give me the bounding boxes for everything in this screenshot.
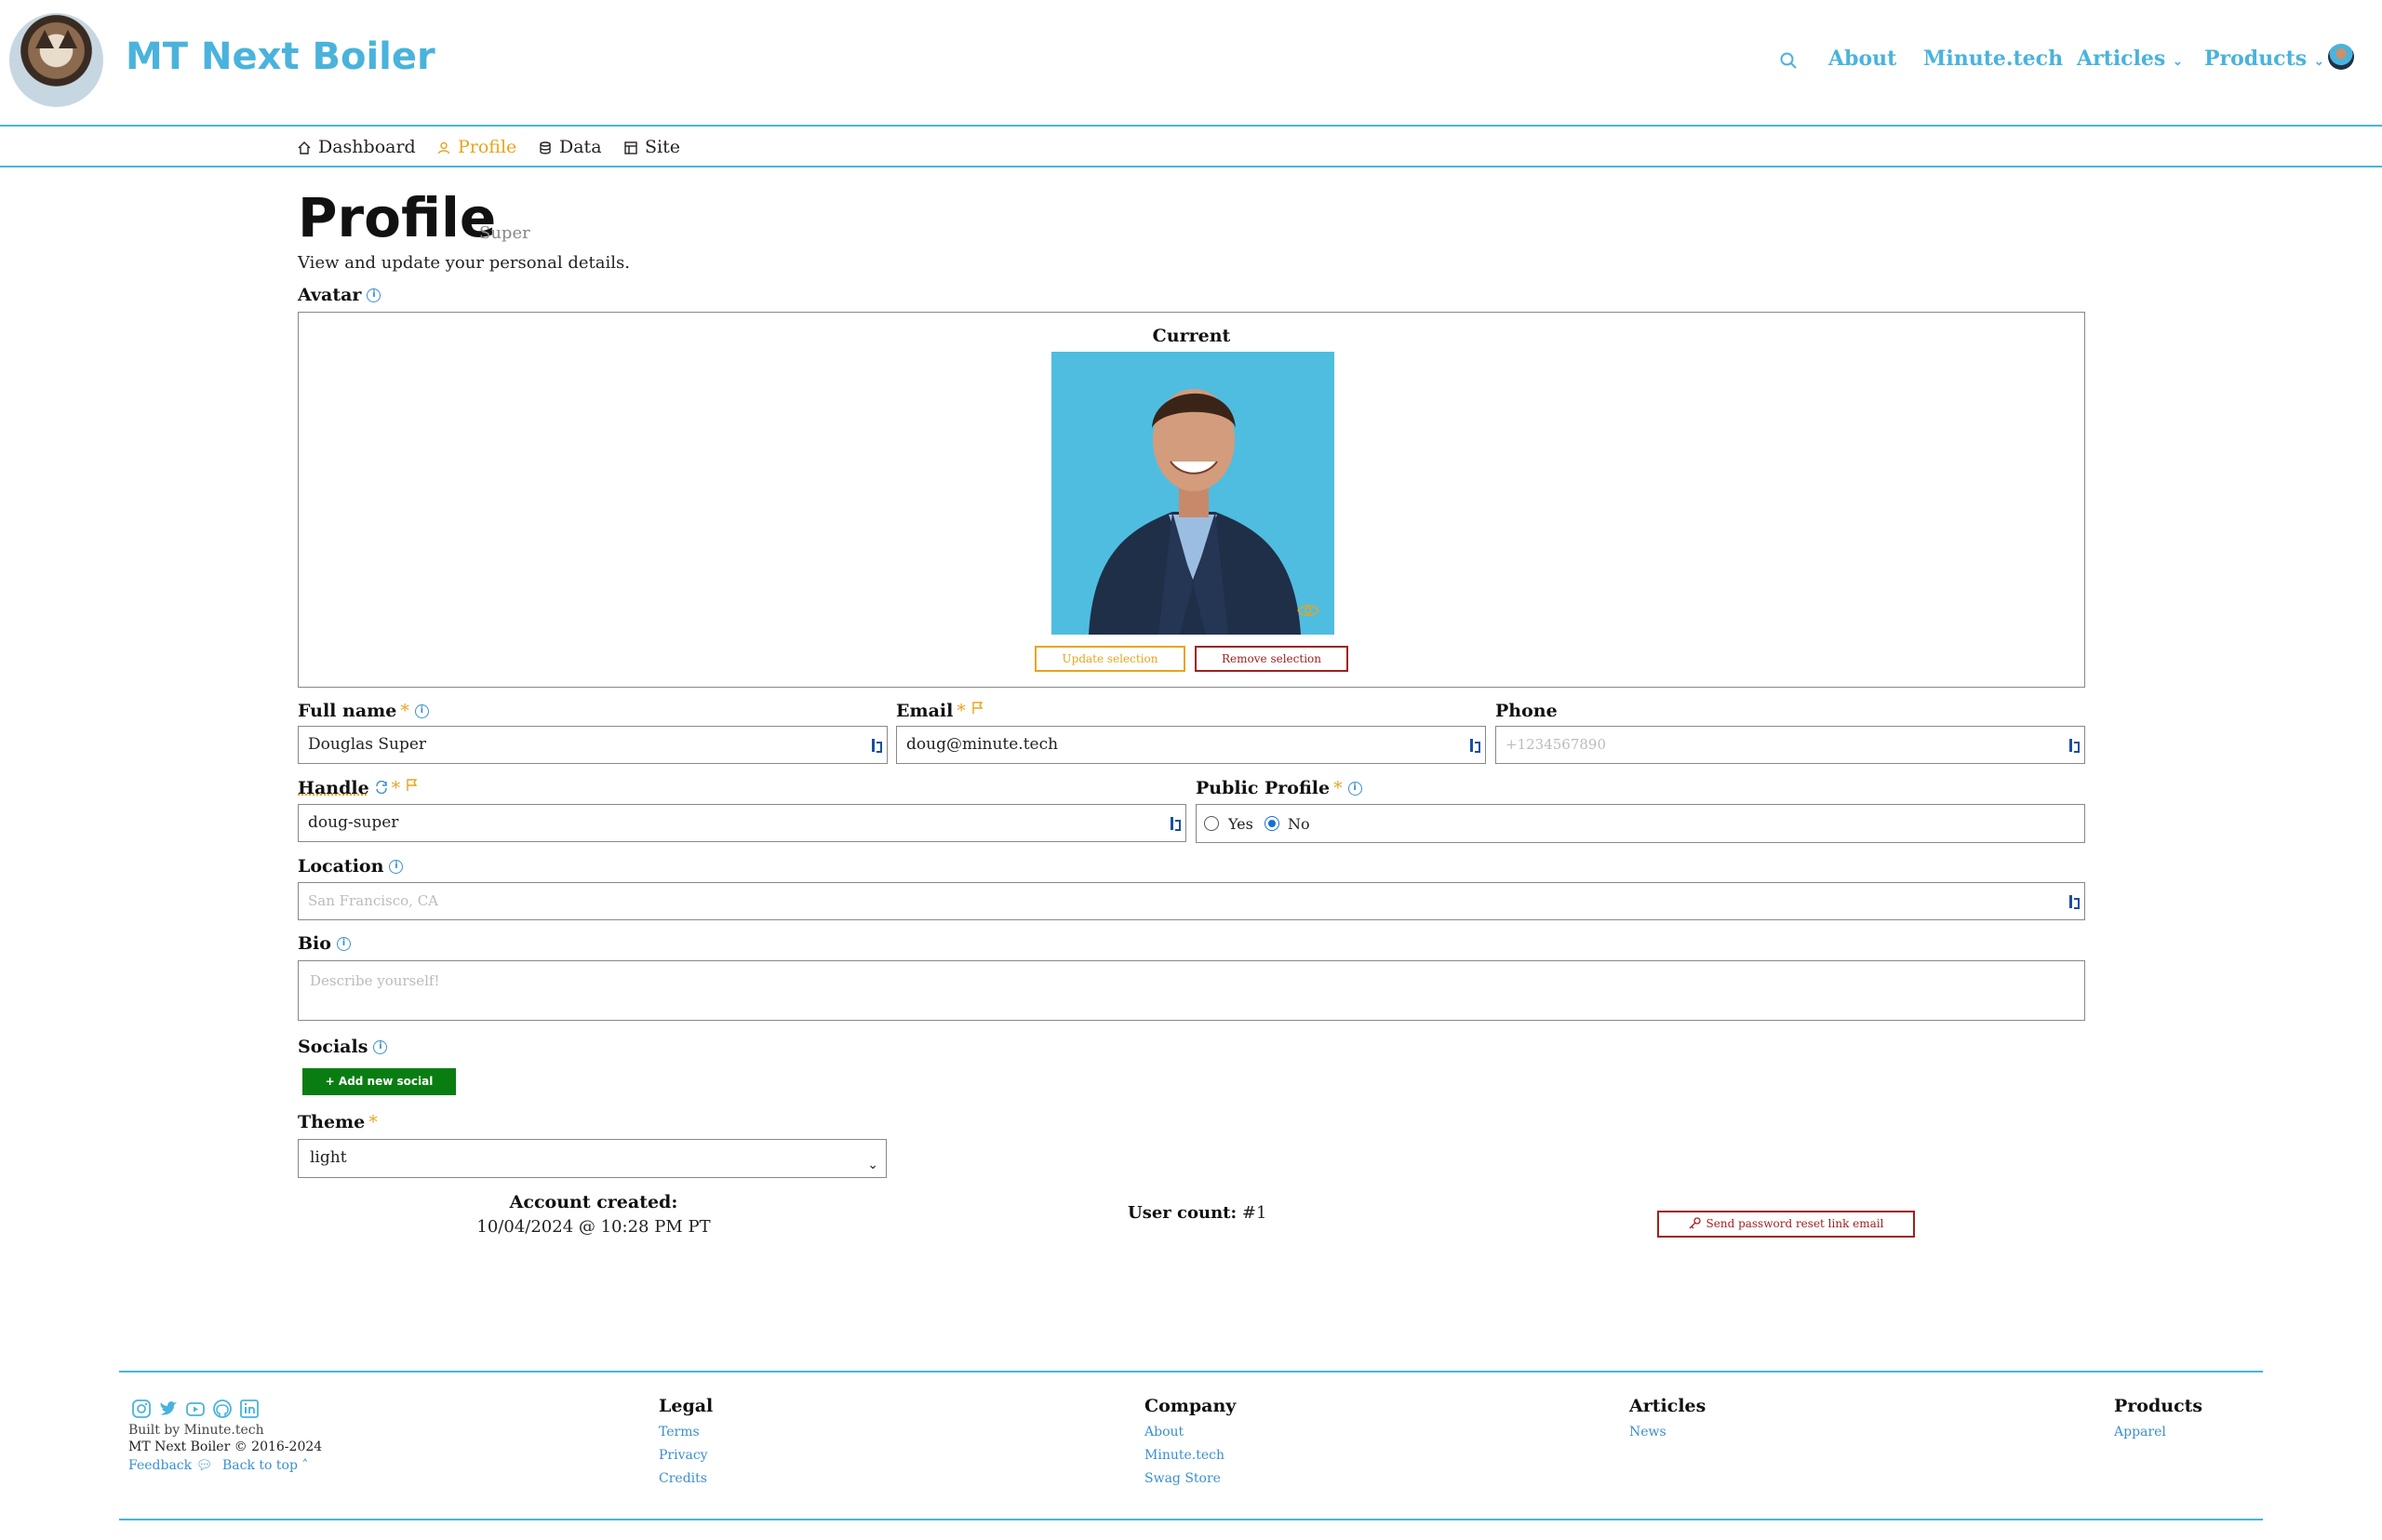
- email-label: Email *: [896, 701, 984, 721]
- copyright-text: MT Next Boiler © 2016-2024: [128, 1440, 323, 1454]
- role-label: Super: [479, 223, 530, 243]
- footer-divider: [119, 1519, 2263, 1520]
- password-manager-icon[interactable]: [2069, 739, 2080, 753]
- chevron-up-icon: ˄: [301, 1458, 309, 1473]
- sub-navigation: Dashboard Profile Data Site: [0, 128, 2382, 167]
- theme-select[interactable]: light ⌄: [298, 1139, 887, 1178]
- footer-link-privacy[interactable]: Privacy: [659, 1448, 708, 1463]
- footer-heading-products: Products: [2114, 1396, 2203, 1416]
- add-social-button[interactable]: + Add new social: [302, 1068, 456, 1095]
- password-manager-icon[interactable]: [1470, 739, 1480, 753]
- page-title: Profile: [298, 186, 497, 249]
- footer-link-terms[interactable]: Terms: [659, 1425, 700, 1440]
- eye-icon[interactable]: [1297, 603, 1319, 618]
- user-count: User count: #1: [1128, 1203, 1267, 1223]
- theme-label: Theme *: [298, 1112, 378, 1132]
- send-password-reset-button[interactable]: Send password reset link email: [1657, 1211, 1915, 1238]
- location-label: Location i: [298, 856, 404, 877]
- home-icon: [298, 141, 311, 154]
- nav-articles[interactable]: Articles ⌄: [2077, 47, 2183, 71]
- footer-link-credits[interactable]: Credits: [659, 1471, 707, 1486]
- chat-icon: 💬︎: [195, 1458, 213, 1473]
- tab-profile[interactable]: Profile: [437, 137, 516, 157]
- socials-label: Socials i: [298, 1037, 388, 1057]
- footer-divider: [119, 1371, 2263, 1373]
- flag-icon: [407, 779, 418, 791]
- chevron-down-icon: ⌄: [2173, 55, 2183, 69]
- public-profile-yes-label[interactable]: Yes: [1228, 815, 1253, 833]
- brand-name[interactable]: MT Next Boiler: [126, 35, 435, 78]
- instagram-icon[interactable]: [131, 1399, 152, 1419]
- info-icon[interactable]: i: [1347, 782, 1362, 796]
- public-profile-no-label[interactable]: No: [1288, 815, 1310, 833]
- footer-link-swag-store[interactable]: Swag Store: [1144, 1471, 1221, 1486]
- info-icon[interactable]: i: [373, 1040, 388, 1054]
- info-icon[interactable]: i: [389, 860, 404, 874]
- site-logo[interactable]: [9, 13, 103, 107]
- page-description: View and update your personal details.: [298, 253, 630, 273]
- feedback-link[interactable]: Feedback 💬︎: [128, 1458, 212, 1473]
- bio-textarea[interactable]: Describe yourself!: [298, 960, 2085, 1021]
- user-avatar[interactable]: [2328, 44, 2354, 70]
- bio-label: Bio i: [298, 933, 351, 954]
- chevron-down-icon: ⌄: [867, 1158, 878, 1172]
- chevron-down-icon: ⌄: [2313, 55, 2324, 69]
- youtube-icon[interactable]: [185, 1399, 206, 1419]
- footer-heading-legal: Legal: [659, 1396, 714, 1416]
- built-by-text: Built by Minute.tech: [128, 1423, 264, 1438]
- back-to-top-link[interactable]: Back to top ˄: [222, 1458, 308, 1473]
- twitter-icon[interactable]: [158, 1399, 179, 1419]
- site-header: MT Next Boiler About Minute.tech Article…: [0, 0, 2382, 127]
- database-icon: [540, 141, 551, 154]
- account-created-value: 10/04/2024 @ 10:28 PM PT: [476, 1217, 711, 1237]
- phone-input[interactable]: +1234567890: [1495, 726, 2085, 764]
- current-avatar-label: Current: [1152, 326, 1231, 346]
- account-created-label: Account created:: [509, 1192, 678, 1212]
- phone-label: Phone: [1495, 701, 1558, 721]
- avatar-image: [1051, 352, 1334, 635]
- handle-input[interactable]: doug-super: [298, 804, 1186, 842]
- info-icon[interactable]: i: [336, 937, 351, 951]
- remove-selection-button[interactable]: Remove selection: [1195, 646, 1348, 672]
- full-name-input[interactable]: Douglas Super: [298, 726, 888, 764]
- key-icon: [1689, 1217, 1701, 1229]
- flag-icon: [972, 702, 984, 714]
- avatar-panel: Current Update selection Remove selectio…: [298, 312, 2085, 688]
- linkedin-icon[interactable]: [239, 1399, 260, 1419]
- github-icon[interactable]: [212, 1399, 233, 1419]
- tab-dashboard[interactable]: Dashboard: [298, 137, 416, 157]
- footer-heading-company: Company: [1144, 1396, 1237, 1416]
- nav-minute-tech[interactable]: Minute.tech: [1923, 47, 2063, 71]
- refresh-icon[interactable]: [375, 780, 388, 795]
- info-icon[interactable]: i: [367, 288, 381, 302]
- handle-label: Handle *: [298, 778, 418, 798]
- location-input[interactable]: San Francisco, CA: [298, 882, 2085, 920]
- public-profile-label: Public Profile * i: [1196, 778, 1362, 798]
- footer-link-minute-tech[interactable]: Minute.tech: [1144, 1448, 1224, 1463]
- footer-link-news[interactable]: News: [1629, 1425, 1666, 1440]
- public-profile-yes-radio[interactable]: [1204, 816, 1219, 831]
- footer-link-about[interactable]: About: [1144, 1425, 1184, 1440]
- password-manager-icon[interactable]: [1171, 817, 1181, 831]
- footer-link-apparel[interactable]: Apparel: [2114, 1425, 2166, 1440]
- tab-data[interactable]: Data: [539, 137, 602, 157]
- password-manager-icon[interactable]: [872, 739, 882, 753]
- footer-heading-articles: Articles: [1629, 1396, 1706, 1416]
- layout-icon: [624, 141, 637, 154]
- info-icon[interactable]: i: [414, 704, 429, 718]
- full-name-label: Full name * i: [298, 701, 429, 721]
- public-profile-no-radio[interactable]: [1265, 816, 1279, 831]
- email-input[interactable]: doug@minute.tech: [896, 726, 1486, 764]
- user-icon: [437, 141, 450, 154]
- nav-products[interactable]: Products ⌄: [2204, 47, 2324, 71]
- nav-about[interactable]: About: [1828, 47, 1896, 71]
- tab-site[interactable]: Site: [624, 137, 680, 157]
- avatar-label: Avatar i: [298, 285, 381, 305]
- update-selection-button[interactable]: Update selection: [1035, 646, 1185, 672]
- search-icon[interactable]: [1779, 51, 1798, 70]
- public-profile-radio-group: Yes No: [1196, 804, 2085, 843]
- password-manager-icon[interactable]: [2069, 895, 2080, 909]
